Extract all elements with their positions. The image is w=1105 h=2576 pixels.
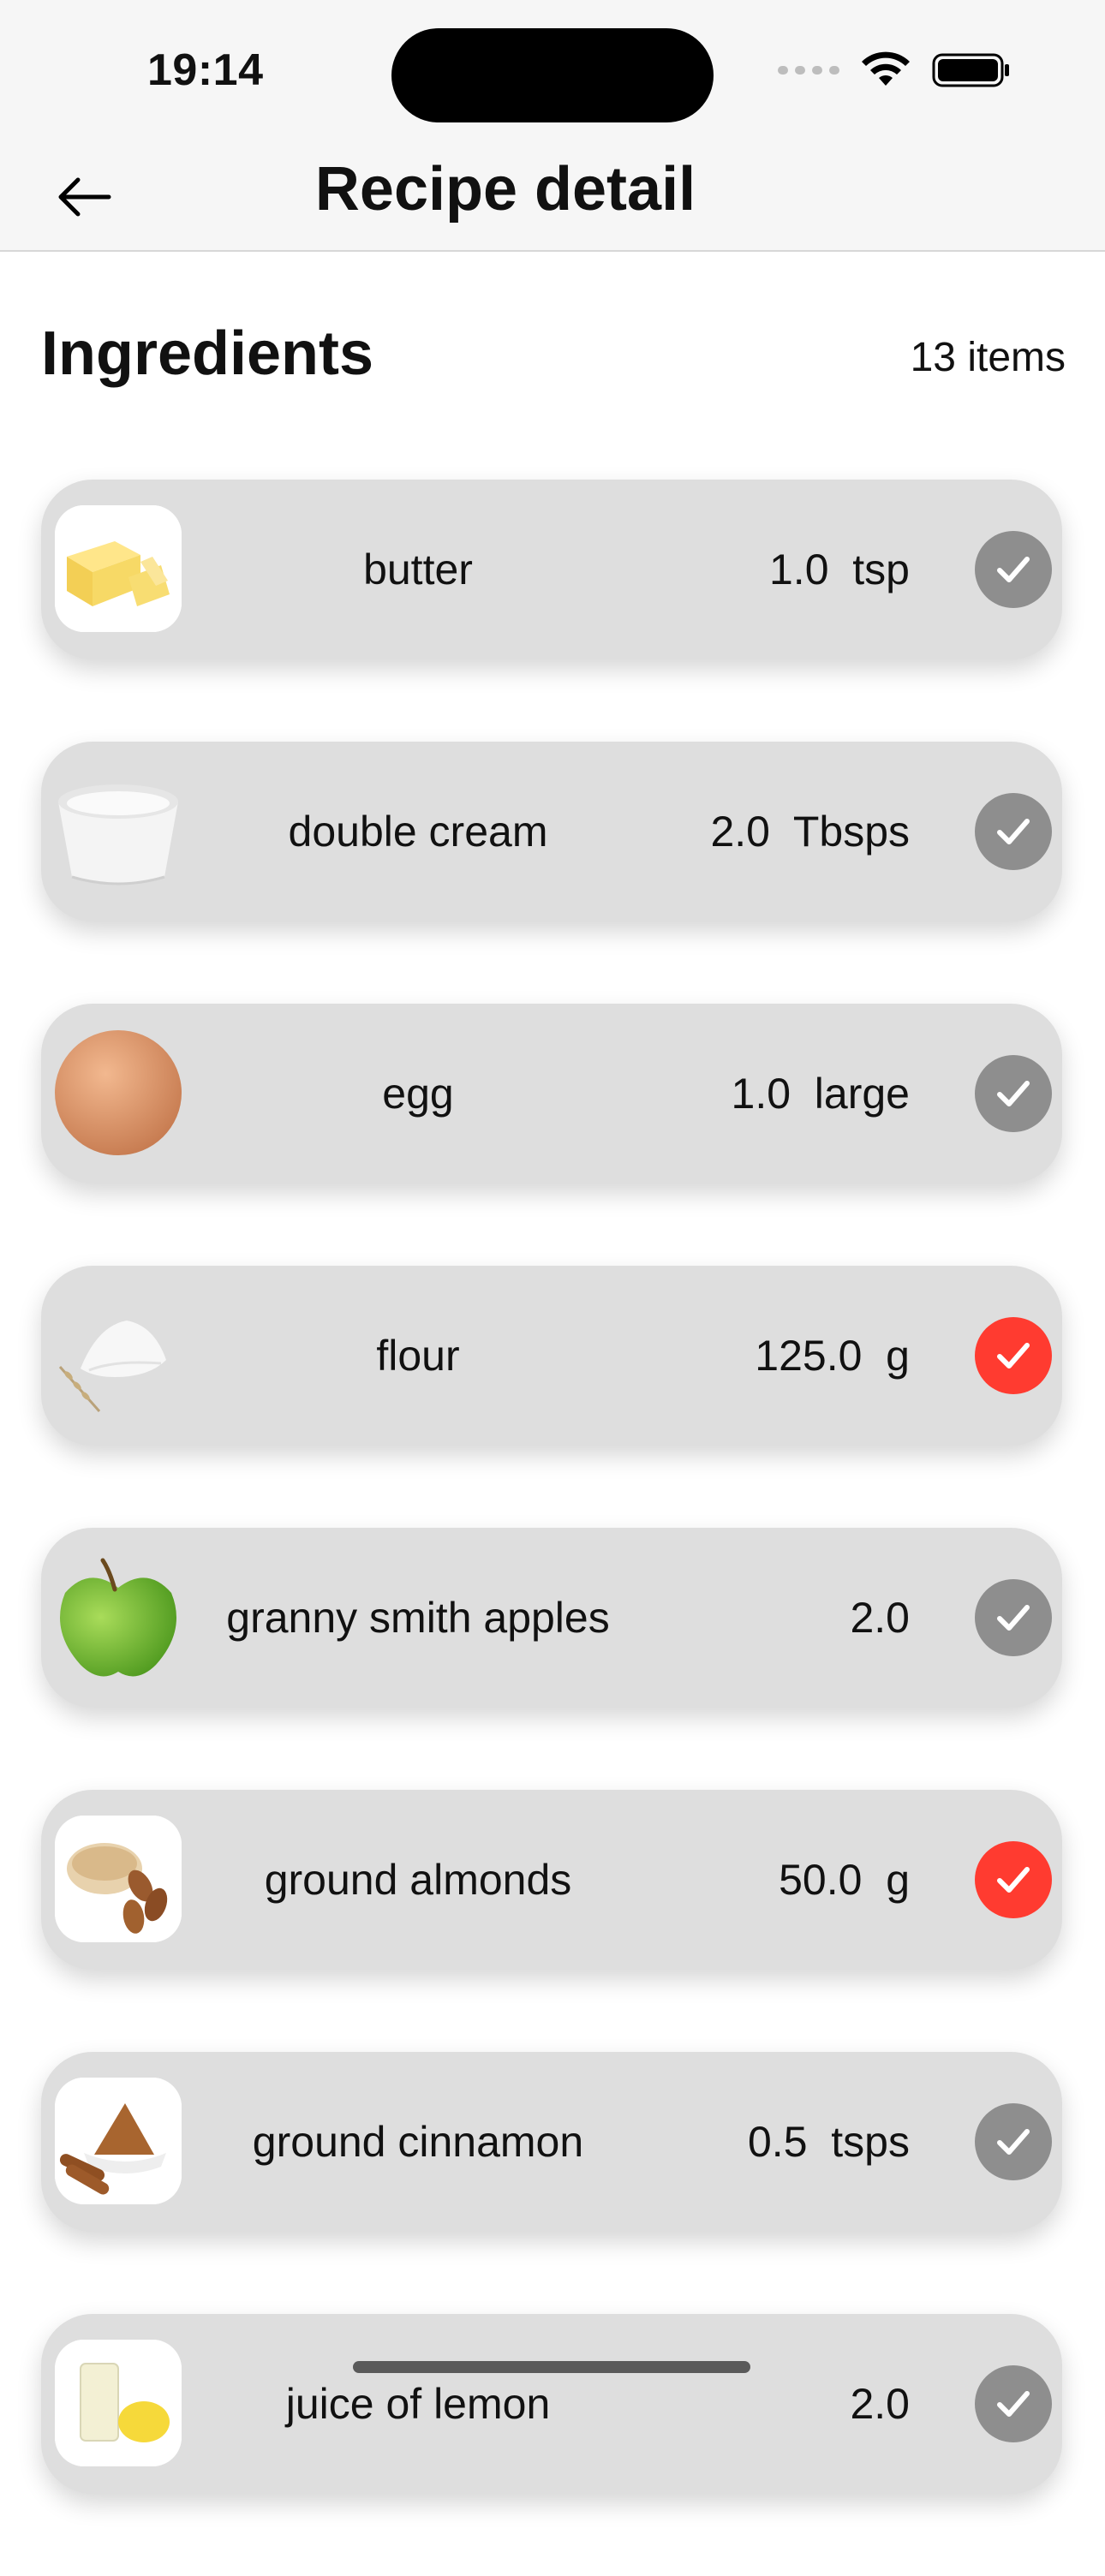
checkmark-toggle[interactable] — [975, 793, 1052, 870]
ingredient-quantity: 1.0 large — [731, 1070, 910, 1118]
status-time: 19:14 — [147, 45, 264, 95]
ingredient-name: ground almonds — [264, 1856, 572, 1904]
ingredient-row[interactable]: double cream 2.0 Tbsps — [41, 742, 1062, 921]
checkmark-icon — [997, 557, 1030, 582]
green-apple-image — [55, 1553, 182, 1680]
wifi-icon — [862, 51, 910, 86]
top-bar: 19:14 Recipe detail — [0, 0, 1105, 252]
egg-image — [55, 1029, 182, 1156]
ingredient-quantity: 2.0 — [850, 2380, 910, 2428]
ingredient-name: granny smith apples — [226, 1594, 610, 1642]
almonds-image — [55, 1816, 182, 1942]
ingredient-row[interactable]: butter 1.0 tsp — [41, 480, 1062, 659]
ingredient-name: butter — [363, 546, 473, 593]
ingredient-row[interactable]: ground cinnamon 0.5 tsps — [41, 2052, 1062, 2232]
flour-image — [55, 1291, 182, 1418]
ingredient-row[interactable]: juice of lemon 2.0 — [41, 2314, 1062, 2494]
checkmark-icon — [997, 1081, 1030, 1106]
ingredients-heading: Ingredients — [41, 319, 374, 388]
checkmark-toggle[interactable] — [975, 2365, 1052, 2442]
lemon-juice-image — [55, 2340, 182, 2466]
page-title: Recipe detail — [314, 155, 696, 224]
ingredient-quantity: 125.0 g — [755, 1332, 910, 1380]
ingredient-row[interactable]: flour 125.0 g — [41, 1266, 1062, 1446]
ingredient-quantity: 1.0 tsp — [769, 546, 910, 593]
home-indicator[interactable] — [353, 2361, 750, 2373]
checkmark-icon — [997, 2129, 1030, 2155]
ingredient-quantity: 2.0 Tbsps — [710, 808, 910, 856]
status-icons — [778, 51, 1011, 89]
butter-image — [55, 505, 182, 632]
checkmark-toggle[interactable] — [975, 1317, 1052, 1394]
checkmark-icon — [997, 819, 1030, 844]
checkmark-toggle[interactable] — [975, 2103, 1052, 2180]
checkmark-toggle[interactable] — [975, 531, 1052, 608]
checkmark-icon — [997, 1867, 1030, 1893]
cellular-signal-icon — [778, 66, 839, 75]
ingredients-count: 13 items — [910, 335, 1066, 380]
cinnamon-image — [55, 2078, 182, 2204]
dynamic-island — [391, 28, 714, 122]
ingredient-name: ground cinnamon — [252, 2118, 584, 2166]
ingredient-name: egg — [382, 1070, 454, 1118]
ingredient-row[interactable]: ground almonds 50.0 g — [41, 1790, 1062, 1970]
ingredient-quantity: 0.5 tsps — [748, 2118, 910, 2166]
ingredient-row[interactable]: egg 1.0 large — [41, 1004, 1062, 1184]
checkmark-toggle[interactable] — [975, 1579, 1052, 1656]
ingredient-name: double cream — [288, 808, 548, 856]
battery-icon — [932, 53, 1009, 87]
checkmark-icon — [997, 1343, 1030, 1368]
ingredient-quantity: 50.0 g — [779, 1856, 910, 1904]
cream-bowl-image — [55, 767, 182, 894]
checkmark-icon — [997, 1605, 1030, 1631]
ingredient-row[interactable]: granny smith apples 2.0 — [41, 1528, 1062, 1708]
ingredient-list: butter 1.0 tsp double cream 2.0 Tbsps eg… — [41, 480, 1062, 2576]
ingredient-quantity: 2.0 — [850, 1594, 910, 1642]
checkmark-toggle[interactable] — [975, 1841, 1052, 1918]
checkmark-icon — [997, 2391, 1030, 2417]
checkmark-toggle[interactable] — [975, 1055, 1052, 1132]
ingredient-name: flour — [376, 1332, 460, 1380]
ingredient-name: juice of lemon — [285, 2380, 551, 2428]
